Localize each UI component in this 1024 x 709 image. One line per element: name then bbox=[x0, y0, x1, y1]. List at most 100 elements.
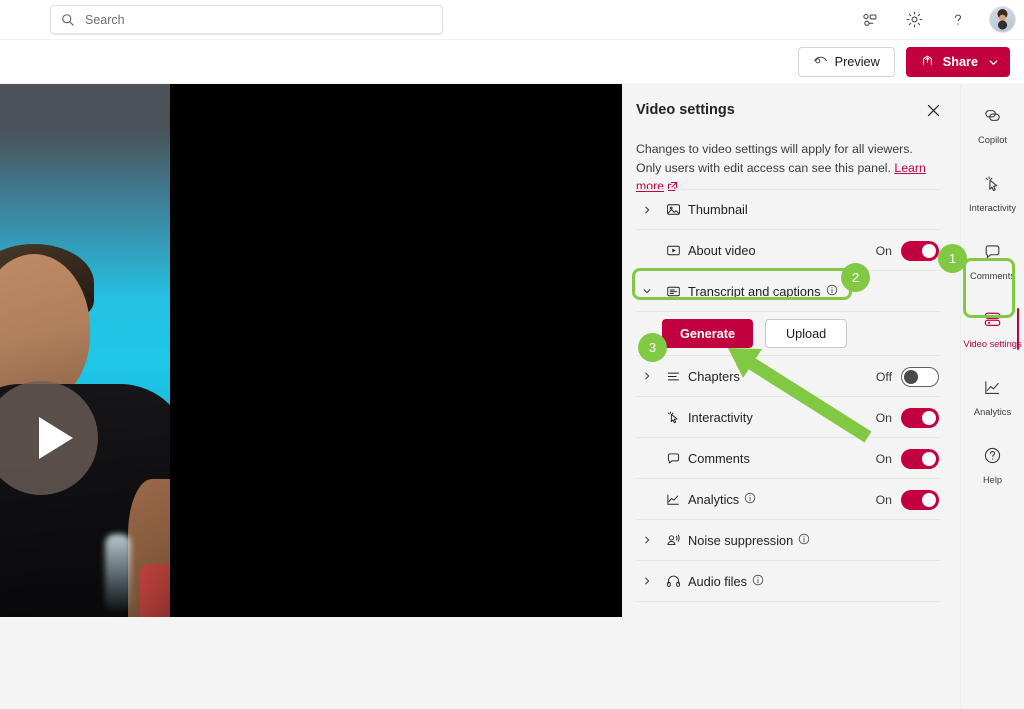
rail-item-interactivity[interactable]: Interactivity bbox=[961, 164, 1024, 222]
toggle-state-text: On bbox=[875, 492, 892, 507]
info-icon[interactable] bbox=[798, 533, 810, 548]
video-player[interactable] bbox=[0, 84, 622, 617]
search-input[interactable]: Search bbox=[50, 5, 443, 34]
preview-button-label: Preview bbox=[834, 55, 880, 69]
toggle-knob bbox=[922, 451, 936, 466]
settings-row-label: Analytics bbox=[688, 492, 756, 507]
rail-item-analytics[interactable]: Analytics bbox=[961, 368, 1024, 426]
share-icon bbox=[921, 53, 936, 71]
search-placeholder-text: Search bbox=[85, 12, 125, 27]
video-highlight-glare bbox=[105, 534, 131, 612]
close-icon[interactable] bbox=[920, 97, 946, 123]
rail-item-help[interactable]: Help bbox=[961, 436, 1024, 494]
settings-row-noise-suppression[interactable]: Noise suppression bbox=[636, 520, 941, 561]
settings-row-label: Interactivity bbox=[688, 409, 753, 425]
settings-gear-icon[interactable] bbox=[901, 7, 927, 33]
search-icon bbox=[61, 13, 75, 27]
rail-item-comments[interactable]: Comments bbox=[961, 232, 1024, 290]
settings-row-comments[interactable]: Comments On bbox=[636, 438, 941, 479]
settings-row-label: Transcript and captions bbox=[688, 284, 838, 299]
rail-item-label: Comments bbox=[970, 270, 1015, 281]
settings-row-audio-files[interactable]: Audio files bbox=[636, 561, 941, 602]
settings-row-label: Comments bbox=[688, 450, 750, 466]
chevron-down-icon[interactable] bbox=[636, 286, 658, 296]
rail-item-video-settings[interactable]: Video settings bbox=[961, 300, 1024, 358]
settings-row-label: Noise suppression bbox=[688, 533, 810, 548]
settings-row-thumbnail[interactable]: Thumbnail bbox=[636, 189, 941, 230]
chevron-down-icon bbox=[988, 57, 999, 68]
share-button[interactable]: Share bbox=[905, 47, 1010, 77]
settings-row-control: Off bbox=[876, 356, 939, 397]
toggle-state-text: Off bbox=[875, 369, 892, 384]
settings-row-control: On bbox=[876, 479, 939, 520]
settings-row-transcript-and-captions[interactable]: Transcript and captions bbox=[636, 271, 941, 312]
chevron-right-icon[interactable] bbox=[636, 576, 658, 586]
settings-row-label: Chapters bbox=[688, 368, 740, 384]
help-question-icon[interactable] bbox=[945, 7, 971, 33]
toggle-knob bbox=[922, 492, 936, 507]
chapters-icon bbox=[658, 368, 688, 385]
rail-item-copilot[interactable]: Copilot bbox=[961, 96, 1024, 154]
toggle-knob bbox=[922, 410, 936, 425]
interactivity-icon bbox=[982, 173, 1003, 199]
interactivity-icon bbox=[658, 409, 688, 426]
settings-row-label: Thumbnail bbox=[688, 202, 748, 217]
rail-item-label: Analytics bbox=[973, 406, 1012, 417]
toggle-state-text: On bbox=[875, 243, 892, 258]
settings-list: Thumbnail About video On Transcript and … bbox=[636, 189, 941, 602]
info-icon[interactable] bbox=[826, 284, 838, 299]
right-rail: Copilot Interactivity Comments Video set… bbox=[960, 84, 1024, 709]
settings-row-chapters[interactable]: Chapters Off bbox=[636, 356, 941, 397]
rail-selected-indicator bbox=[1016, 308, 1019, 350]
share-button-label: Share bbox=[942, 55, 978, 69]
play-box-icon bbox=[658, 242, 688, 259]
generate-button[interactable]: Generate bbox=[662, 319, 754, 348]
settings-row-label-text: Analytics bbox=[688, 491, 740, 507]
rail-item-label: Copilot bbox=[978, 134, 1007, 145]
command-bar-actions: Preview Share bbox=[797, 47, 1010, 77]
settings-row-label-text: Audio files bbox=[688, 573, 748, 589]
settings-row-label-text: Noise suppression bbox=[688, 532, 794, 548]
preview-button[interactable]: Preview bbox=[797, 47, 895, 77]
headphones-icon bbox=[658, 573, 688, 590]
chapters-toggle[interactable] bbox=[901, 366, 939, 387]
play-icon bbox=[39, 417, 73, 459]
analytics-icon bbox=[658, 491, 688, 508]
panel-header: Video settings bbox=[636, 96, 946, 124]
rail-item-label: Help bbox=[982, 474, 1003, 485]
settings-row-control: On bbox=[876, 230, 939, 271]
settings-row-label: About video bbox=[688, 242, 756, 258]
image-icon bbox=[658, 201, 688, 218]
settings-row-analytics[interactable]: Analytics On bbox=[636, 479, 941, 520]
interactivity-toggle[interactable] bbox=[901, 407, 939, 428]
rail-item-label: Video settings bbox=[963, 338, 1022, 349]
settings-row-about-video[interactable]: About video On bbox=[636, 230, 941, 271]
settings-row-interactivity[interactable]: Interactivity On bbox=[636, 397, 941, 438]
about-video-toggle[interactable] bbox=[901, 240, 939, 261]
eye-icon bbox=[813, 53, 828, 71]
rail-item-label: Interactivity bbox=[968, 202, 1016, 213]
info-icon[interactable] bbox=[752, 574, 764, 589]
chevron-right-icon[interactable] bbox=[636, 535, 658, 545]
chevron-right-icon[interactable] bbox=[636, 371, 658, 381]
settings-row-label-text: Transcript and captions bbox=[688, 283, 821, 299]
share-people-icon[interactable] bbox=[857, 7, 883, 33]
transcript-icon bbox=[658, 283, 688, 300]
toggle-state-text: On bbox=[875, 451, 892, 466]
toggle-knob bbox=[904, 369, 918, 384]
upload-button[interactable]: Upload bbox=[765, 319, 848, 348]
transcript-actions-row: Generate Upload bbox=[636, 312, 941, 356]
comments-toggle[interactable] bbox=[901, 448, 939, 469]
video-frame bbox=[0, 84, 170, 617]
video-settings-panel: Video settings Changes to video settings… bbox=[622, 84, 960, 709]
video-subject-armband bbox=[140, 564, 170, 617]
settings-row-label: Audio files bbox=[688, 574, 764, 589]
settings-row-control: On bbox=[876, 397, 939, 438]
user-avatar[interactable] bbox=[989, 6, 1016, 33]
chevron-right-icon[interactable] bbox=[636, 205, 658, 215]
info-icon[interactable] bbox=[744, 492, 756, 507]
panel-description-text: Changes to video settings will apply for… bbox=[636, 142, 913, 175]
help-circle-icon bbox=[982, 445, 1003, 471]
video-settings-page: Search Preview Share Video settings Chan… bbox=[0, 0, 1024, 709]
analytics-toggle[interactable] bbox=[901, 489, 939, 510]
